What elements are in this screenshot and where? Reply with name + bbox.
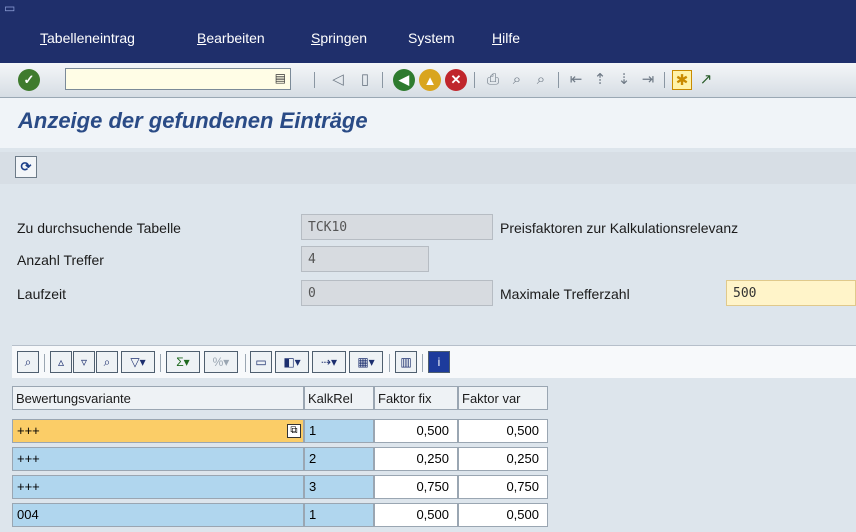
graphic-icon[interactable]: ▥ [395,351,417,373]
cell-value: +++ [17,423,40,438]
menu-springen[interactable]: Springen [311,30,367,46]
layout-icon[interactable]: ▦▾ [349,351,383,373]
column-header[interactable]: KalkRel [304,386,374,410]
menu-mnemonic: S [311,30,321,46]
table-row-cell[interactable]: 0,250 [374,447,458,471]
table-row-cell[interactable]: 0,500 [374,419,458,443]
runtime-label: Laufzeit [17,286,67,302]
details-icon[interactable]: ⌕ [17,351,39,373]
table-row-cell[interactable]: +++ ⧉ [12,419,304,443]
table-row-cell[interactable]: 0,750 [458,475,548,499]
separator [382,72,383,88]
application-toolbar: ⟳ [0,152,856,184]
page-title: Anzeige der gefundenen Einträge [18,108,368,133]
print-preview-icon[interactable]: ▭ [250,351,272,373]
separator [389,354,390,372]
separator [44,354,45,372]
separator [474,72,475,88]
back-icon[interactable]: ◀ [393,69,415,91]
menu-mnemonic: B [197,30,207,46]
menu-tabelleneintrag[interactable]: Tabelleneintrag [40,30,135,46]
table-row-cell[interactable]: 0,500 [458,419,548,443]
max-hits-label: Maximale Trefferzahl [500,286,630,302]
new-session-icon[interactable]: ✱ [672,70,692,90]
export-icon[interactable]: ⇢▾ [312,351,346,373]
separator [160,354,161,372]
back-arrow-icon[interactable]: ◁ [328,70,348,90]
table-row-cell[interactable]: 3 [304,475,374,499]
menu-mnemonic: H [492,30,503,46]
separator [245,354,246,372]
dropdown-icon[interactable]: ⧉ [287,424,301,438]
form-row-table: Zu durchsuchende Tabelle TCK10 Preisfakt… [0,214,856,240]
save-icon[interactable]: ▯ [355,70,375,90]
sort-desc-icon[interactable]: ▿ [73,351,95,373]
first-page-icon[interactable]: ⇤ [566,70,586,90]
find-icon[interactable]: ⌕ [507,70,527,90]
menu-system[interactable]: System [408,30,455,46]
column-header[interactable]: Bewertungsvariante [12,386,304,410]
previous-page-icon[interactable]: ⇡ [590,70,610,90]
cancel-icon[interactable]: ✕ [445,69,467,91]
shortcut-icon[interactable]: ↗ [696,70,716,90]
form-row-runtime: Laufzeit 0 Maximale Trefferzahl 500 [0,280,856,306]
table-row-cell[interactable]: 004 [12,503,304,527]
separator [558,72,559,88]
table-row-cell[interactable]: 1 [304,419,374,443]
table-row-cell[interactable]: 0,500 [374,503,458,527]
form-row-hits: Anzahl Treffer 4 [0,246,856,272]
table-row-cell[interactable]: 2 [304,447,374,471]
title-area: Anzeige der gefundenen Einträge [0,98,856,148]
sap-window-icon[interactable]: ▭ [4,2,16,14]
column-header[interactable]: Faktor fix [374,386,458,410]
menu-mnemonic: T [40,30,47,46]
hits-field: 4 [301,246,429,272]
command-field[interactable]: ▤ [65,68,291,90]
table-label: Zu durchsuchende Tabelle [17,220,181,236]
sum-icon[interactable]: Σ▾ [166,351,200,373]
table-row-cell[interactable]: 0,500 [458,503,548,527]
subtotal-icon[interactable]: %▾ [204,351,238,373]
hits-label: Anzahl Treffer [17,252,104,268]
results-grid: Bewertungsvariante KalkRel Faktor fix Fa… [12,386,856,532]
info-icon[interactable]: i [428,351,450,373]
find-next-icon[interactable]: ⌕ [531,70,551,90]
separator [664,72,665,88]
last-page-icon[interactable]: ⇥ [638,70,658,90]
menu-hilfe[interactable]: Hilfe [492,30,520,46]
table-row-cell[interactable]: +++ [12,475,304,499]
next-page-icon[interactable]: ⇣ [614,70,634,90]
table-row-cell[interactable]: 1 [304,503,374,527]
separator [422,354,423,372]
print-icon[interactable]: ⎙ [483,70,503,90]
separator [314,72,315,88]
column-header[interactable]: Faktor var [458,386,548,410]
ok-check-icon[interactable]: ✓ [18,69,40,91]
max-hits-field[interactable]: 500 [726,280,856,306]
dropdown-icon[interactable]: ▤ [275,71,286,85]
table-row-cell[interactable]: 0,750 [374,475,458,499]
refresh-icon[interactable]: ⟳ [15,156,37,178]
runtime-field: 0 [301,280,493,306]
table-description: Preisfaktoren zur Kalkulationsrelevanz [500,220,739,236]
sort-asc-icon[interactable]: ▵ [50,351,72,373]
menu-bearbeiten[interactable]: Bearbeiten [197,30,265,46]
menu-bar: ▭ Tabelleneintrag Bearbeiten Springen Sy… [0,0,856,63]
standard-toolbar: ✓ ▤ ◁ ▯ ◀ ▲ ✕ ⎙ ⌕ ⌕ ⇤ ⇡ ⇣ ⇥ ✱ ↗ [0,63,856,98]
find-icon[interactable]: ⌕ [96,351,118,373]
exit-icon[interactable]: ▲ [419,69,441,91]
grid-toolbar: ⌕ ▵ ▿ ⌕ ▽▾ Σ▾ %▾ ▭ ◧▾ ⇢▾ ▦▾ ▥ i [12,345,856,378]
table-row-cell[interactable]: 0,250 [458,447,548,471]
views-icon[interactable]: ◧▾ [275,351,309,373]
table-row-cell[interactable]: +++ [12,447,304,471]
table-field: TCK10 [301,214,493,240]
filter-icon[interactable]: ▽▾ [121,351,155,373]
